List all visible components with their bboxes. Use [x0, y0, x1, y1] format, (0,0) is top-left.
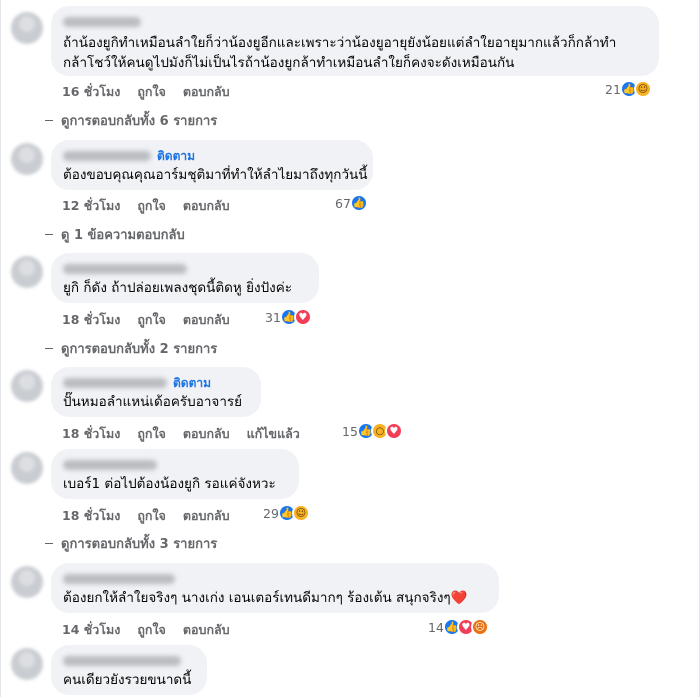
comment-actions: 16 ชั่วโมง ถูกใจ ตอบกลับ [62, 82, 247, 102]
comment-text-line: ปั๊นหมอลำแหน่เด้อครับอาจารย์ [63, 394, 243, 410]
like-link[interactable]: ถูกใจ [137, 310, 166, 330]
follow-link[interactable]: ติดตาม [173, 375, 211, 391]
reply-connector [45, 234, 53, 235]
like-link[interactable]: ถูกใจ [137, 620, 166, 640]
comments-panel: ถ้าน้องยูกิทำเหมือนลำใยก็ว่าน้องยูอีกและ… [0, 0, 700, 697]
reply-connector [45, 120, 53, 121]
reaction-count: 21 [605, 81, 621, 97]
avatar[interactable] [11, 12, 43, 44]
avatar[interactable] [11, 648, 43, 680]
comment-bubble: เบอร์1 ต่อไปต้องน้องยูกิ รอแค่จังหวะ [51, 449, 299, 499]
commenter-name[interactable] [63, 574, 175, 584]
comment-bubble: ติดตาม ต้องขอบคุณคุณอาร์มชุติมาที่ทำให้ล… [51, 140, 373, 190]
reply-link[interactable]: ตอบกลับ [183, 424, 230, 444]
comment-bubble: ติดตาม ปั๊นหมอลำแหน่เด้อครับอาจารย์ [51, 367, 261, 417]
like-link[interactable]: ถูกใจ [137, 196, 166, 216]
haha-icon: ☺ [633, 80, 652, 98]
timestamp[interactable]: 16 ชั่วโมง [62, 82, 120, 102]
comment-actions: 12 ชั่วโมง ถูกใจ ตอบกลับ [62, 196, 247, 216]
reaction-count: 29 [263, 505, 279, 521]
like-link[interactable]: ถูกใจ [137, 82, 166, 102]
commenter-name[interactable] [63, 264, 187, 274]
reply-connector [45, 543, 53, 544]
commenter-name[interactable] [63, 460, 157, 470]
reaction-summary[interactable]: 67 👍 [335, 194, 368, 212]
reaction-count: 14 [428, 619, 444, 635]
timestamp[interactable]: 18 ชั่วโมง [62, 424, 120, 444]
reply-link[interactable]: ตอบกลับ [183, 82, 230, 102]
view-replies-link[interactable]: ดู 1 ข้อความตอบกลับ [45, 224, 185, 245]
reaction-count: 31 [265, 309, 281, 325]
comment-actions: 18 ชั่วโมง ถูกใจ ตอบกลับ [62, 310, 247, 330]
love-icon: ♥ [384, 422, 403, 440]
comment-actions: 14 ชั่วโมง ถูกใจ ตอบกลับ [62, 620, 247, 640]
view-replies-link[interactable]: ดูการตอบกลับทั้ง 6 รายการ [45, 110, 217, 131]
reaction-count: 15 [342, 423, 358, 439]
like-link[interactable]: ถูกใจ [137, 424, 166, 444]
commenter-name[interactable] [63, 656, 181, 666]
like-link[interactable]: ถูกใจ [137, 506, 166, 526]
commenter-name[interactable] [63, 17, 141, 27]
reaction-summary[interactable]: 29 👍 ☺ [263, 504, 310, 522]
love-icon: ♥ [293, 308, 312, 326]
reaction-count: 67 [335, 195, 351, 211]
avatar[interactable] [11, 143, 43, 175]
angry-icon: ☹ [470, 618, 489, 636]
comment-text-line: ถ้าน้องยูกิทำเหมือนลำใยก็ว่าน้องยูอีกและ… [63, 35, 617, 51]
like-icon: 👍 [349, 194, 368, 212]
comment-text-line: กล้าโชว์ให้คนดูไปมังก็ไม่เป็นไรถ้าน้องยู… [63, 55, 515, 71]
view-replies-link[interactable]: ดูการตอบกลับทั้ง 3 รายการ [45, 533, 217, 554]
view-replies-link[interactable]: ดูการตอบกลับทั้ง 2 รายการ [45, 338, 217, 359]
timestamp[interactable]: 14 ชั่วโมง [62, 620, 120, 640]
avatar[interactable] [11, 452, 43, 484]
comment-bubble: ยูกิ ก็ดัง ถ้าปล่อยเพลงชุดนี้ติดหู ยิ่งป… [51, 253, 319, 303]
comment-actions: 18 ชั่วโมง ถูกใจ ตอบกลับ [62, 506, 247, 526]
avatar[interactable] [11, 370, 43, 402]
commenter-name[interactable] [63, 151, 151, 161]
follow-link[interactable]: ติดตาม [157, 148, 195, 164]
reply-link[interactable]: ตอบกลับ [183, 310, 230, 330]
reply-connector [45, 348, 53, 349]
avatar[interactable] [11, 256, 43, 288]
timestamp[interactable]: 12 ชั่วโมง [62, 196, 120, 216]
comment-text-line: ยูกิ ก็ดัง ถ้าปล่อยเพลงชุดนี้ติดหู ยิ่งป… [63, 280, 293, 296]
comment-text-line: เบอร์1 ต่อไปต้องน้องยูกิ รอแค่จังหวะ [63, 476, 276, 492]
comment-bubble: คนเดียวยังรวยขนาดนี้ [51, 645, 207, 695]
reaction-summary[interactable]: 15 👍 ○ ♥ [342, 422, 403, 440]
view-replies-label: ดู 1 ข้อความตอบกลับ [61, 228, 185, 243]
comment-text-line: ต้องยกให้ลำใยจริงๆ นางเก่ง เอนเตอร์เทนดี… [63, 590, 468, 606]
avatar[interactable] [11, 566, 43, 598]
reaction-summary[interactable]: 14 👍 ♥ ☹ [428, 618, 489, 636]
timestamp[interactable]: 18 ชั่วโมง [62, 506, 120, 526]
comment-text-line: ต้องขอบคุณคุณอาร์มชุติมาที่ทำให้ลำไยมาถึ… [63, 167, 368, 183]
view-replies-label: ดูการตอบกลับทั้ง 2 รายการ [61, 342, 218, 357]
edited-label[interactable]: แก้ไขแล้ว [247, 424, 300, 444]
haha-icon: ☺ [291, 504, 310, 522]
reaction-summary[interactable]: 31 👍 ♥ [265, 308, 312, 326]
comment-text-line: คนเดียวยังรวยขนาดนี้ [63, 672, 192, 688]
reply-link[interactable]: ตอบกลับ [183, 620, 230, 640]
comment-bubble: ถ้าน้องยูกิทำเหมือนลำใยก็ว่าน้องยูอีกและ… [51, 6, 659, 76]
view-replies-label: ดูการตอบกลับทั้ง 6 รายการ [61, 114, 218, 129]
reaction-summary[interactable]: 21 👍 ☺ [605, 80, 652, 98]
comment-bubble: ต้องยกให้ลำใยจริงๆ นางเก่ง เอนเตอร์เทนดี… [51, 563, 499, 613]
view-replies-label: ดูการตอบกลับทั้ง 3 รายการ [61, 537, 218, 552]
comment-actions: 18 ชั่วโมง ถูกใจ ตอบกลับ แก้ไขแล้ว [62, 424, 317, 444]
reply-link[interactable]: ตอบกลับ [183, 196, 230, 216]
timestamp[interactable]: 18 ชั่วโมง [62, 310, 120, 330]
commenter-name[interactable] [63, 378, 167, 388]
reply-link[interactable]: ตอบกลับ [183, 506, 230, 526]
